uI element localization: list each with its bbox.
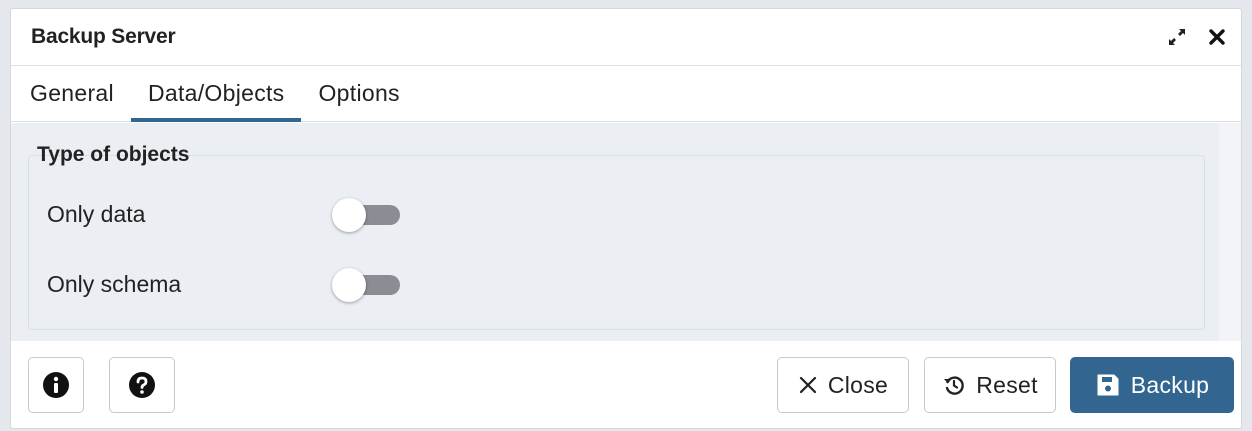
only-schema-toggle[interactable] — [332, 268, 402, 302]
close-icon — [799, 376, 816, 394]
dialog-title: Backup Server — [31, 25, 176, 48]
only-data-label: Only data — [47, 201, 146, 227]
only-data-toggle[interactable] — [332, 198, 402, 232]
title-actions — [1163, 23, 1231, 51]
tab-options-label: Options — [318, 80, 400, 106]
tab-options[interactable]: Options — [301, 66, 416, 121]
maximize-button[interactable] — [1163, 23, 1191, 51]
type-of-objects-fieldset — [28, 155, 1205, 330]
reset-button[interactable]: Reset — [924, 357, 1056, 413]
fieldset-legend: Type of objects — [37, 143, 190, 166]
info-icon — [43, 372, 69, 398]
floppy-disk-icon — [1097, 374, 1119, 396]
close-icon — [1209, 29, 1225, 45]
tab-content: Type of objects Only data Only schema — [11, 123, 1241, 342]
help-button[interactable] — [109, 357, 175, 413]
dialog-titlebar: Backup Server — [11, 9, 1241, 66]
toggle-knob — [332, 268, 366, 302]
toggle-knob — [332, 198, 366, 232]
scrollbar-track[interactable] — [1219, 123, 1241, 341]
close-button-label: Close — [827, 371, 889, 398]
backup-button[interactable]: Backup — [1070, 357, 1234, 413]
question-icon — [129, 372, 155, 398]
tab-data-objects[interactable]: Data/Objects — [130, 66, 302, 122]
reset-button-label: Reset — [976, 371, 1038, 398]
backup-server-dialog: Backup Server General Data/Objects Optio… — [10, 8, 1242, 429]
tab-bar: General Data/Objects Options — [11, 66, 1241, 122]
reset-icon — [944, 376, 965, 395]
tab-general[interactable]: General — [13, 66, 131, 121]
info-button[interactable] — [28, 357, 84, 413]
close-dialog-button[interactable] — [1203, 23, 1231, 51]
tab-general-label: General — [30, 80, 114, 106]
dialog-footer: Close Reset Backup — [11, 341, 1241, 428]
only-schema-label: Only schema — [47, 271, 182, 297]
backup-button-label: Backup — [1130, 371, 1210, 398]
close-button[interactable]: Close — [777, 357, 909, 413]
expand-icon — [1169, 29, 1185, 45]
tab-data-objects-label: Data/Objects — [147, 80, 285, 106]
